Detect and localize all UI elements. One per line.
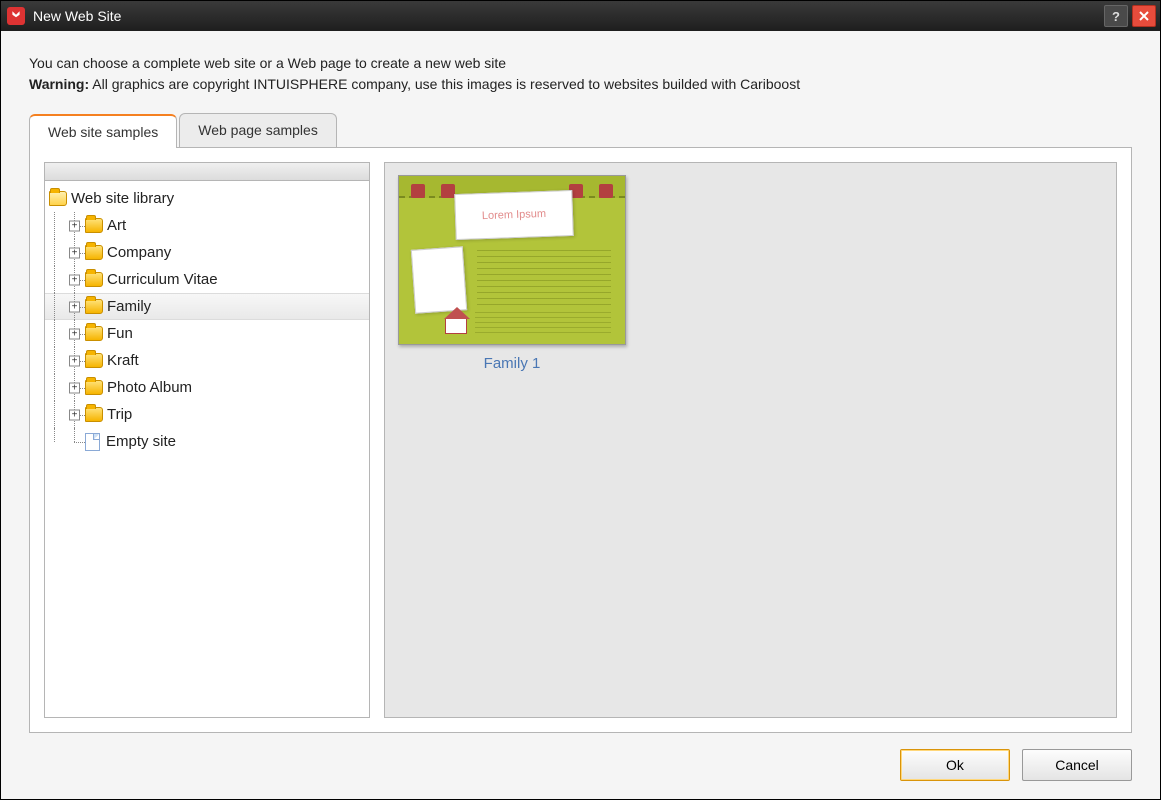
folder-icon: [85, 353, 103, 368]
samples-panel: Web site library + Art + Company: [29, 147, 1132, 733]
thumbnail-side-note: [411, 246, 467, 313]
titlebar: New Web Site ?: [1, 1, 1160, 31]
thumbnail-title-note: Lorem Ipsum: [454, 190, 574, 240]
expander-icon[interactable]: +: [69, 355, 80, 366]
thumbnail-footertext: [475, 312, 611, 336]
tree-item-empty[interactable]: Empty site: [45, 428, 369, 455]
tree-item-family[interactable]: + Family: [45, 293, 369, 320]
template-label: Family 1: [484, 355, 541, 372]
tree-item-trip[interactable]: + Trip: [45, 401, 369, 428]
dialog-footer: Ok Cancel: [29, 733, 1132, 781]
house-icon: [445, 318, 467, 334]
tree-item-label: Photo Album: [107, 379, 192, 396]
tree-root-label: Web site library: [71, 190, 174, 207]
tree-pane: Web site library + Art + Company: [44, 162, 370, 718]
folder-icon: [85, 299, 103, 314]
tree-root[interactable]: Web site library: [45, 185, 369, 212]
thumbnail-textblock: [477, 250, 611, 308]
decoration-icon: [599, 184, 613, 198]
window-title: New Web Site: [33, 8, 1100, 24]
tree-body[interactable]: Web site library + Art + Company: [45, 181, 369, 717]
ok-button[interactable]: Ok: [900, 749, 1010, 781]
new-website-dialog: New Web Site ? You can choose a complete…: [0, 0, 1161, 800]
dialog-content: You can choose a complete web site or a …: [1, 31, 1160, 799]
intro-text: You can choose a complete web site or a …: [29, 53, 1132, 95]
expander-icon[interactable]: +: [69, 382, 80, 393]
app-icon: [7, 7, 25, 25]
tree-item-label: Kraft: [107, 352, 139, 369]
tab-webpage-samples[interactable]: Web page samples: [179, 113, 337, 147]
warning-label: Warning:: [29, 76, 89, 92]
tree-item-company[interactable]: + Company: [45, 239, 369, 266]
tree-item-label: Company: [107, 244, 171, 261]
tree-item-photoalbum[interactable]: + Photo Album: [45, 374, 369, 401]
expander-icon[interactable]: +: [69, 220, 80, 231]
folder-icon: [85, 218, 103, 233]
folder-icon: [85, 326, 103, 341]
intro-line1: You can choose a complete web site or a …: [29, 55, 506, 71]
tree-item-label: Family: [107, 298, 151, 315]
warning-text: All graphics are copyright INTUISPHERE c…: [89, 76, 800, 92]
expander-icon[interactable]: +: [69, 247, 80, 258]
tree-item-kraft[interactable]: + Kraft: [45, 347, 369, 374]
tree-item-fun[interactable]: + Fun: [45, 320, 369, 347]
tree-item-label: Empty site: [106, 433, 176, 450]
file-icon: [85, 433, 100, 451]
tree-header[interactable]: [45, 163, 369, 181]
tree-item-label: Curriculum Vitae: [107, 271, 218, 288]
folder-icon: [85, 272, 103, 287]
tree-item-label: Trip: [107, 406, 132, 423]
folder-icon: [85, 407, 103, 422]
tree-item-label: Art: [107, 217, 126, 234]
tabs: Web site samples Web page samples: [29, 113, 1132, 147]
decoration-icon: [411, 184, 425, 198]
template-thumbnail[interactable]: Lorem Ipsum: [398, 175, 626, 345]
help-button[interactable]: ?: [1104, 5, 1128, 27]
cancel-button[interactable]: Cancel: [1022, 749, 1132, 781]
folder-open-icon: [49, 191, 67, 206]
preview-pane: Lorem Ipsum Family 1: [384, 162, 1117, 718]
folder-icon: [85, 380, 103, 395]
tab-website-samples[interactable]: Web site samples: [29, 114, 177, 148]
tree-item-art[interactable]: + Art: [45, 212, 369, 239]
expander-icon[interactable]: +: [69, 328, 80, 339]
template-card[interactable]: Lorem Ipsum Family 1: [397, 175, 627, 372]
tree-item-label: Fun: [107, 325, 133, 342]
decoration-icon: [441, 184, 455, 198]
expander-icon[interactable]: +: [69, 409, 80, 420]
folder-icon: [85, 245, 103, 260]
close-button[interactable]: [1132, 5, 1156, 27]
tree-item-cv[interactable]: + Curriculum Vitae: [45, 266, 369, 293]
expander-icon[interactable]: +: [69, 301, 80, 312]
expander-icon[interactable]: +: [69, 274, 80, 285]
